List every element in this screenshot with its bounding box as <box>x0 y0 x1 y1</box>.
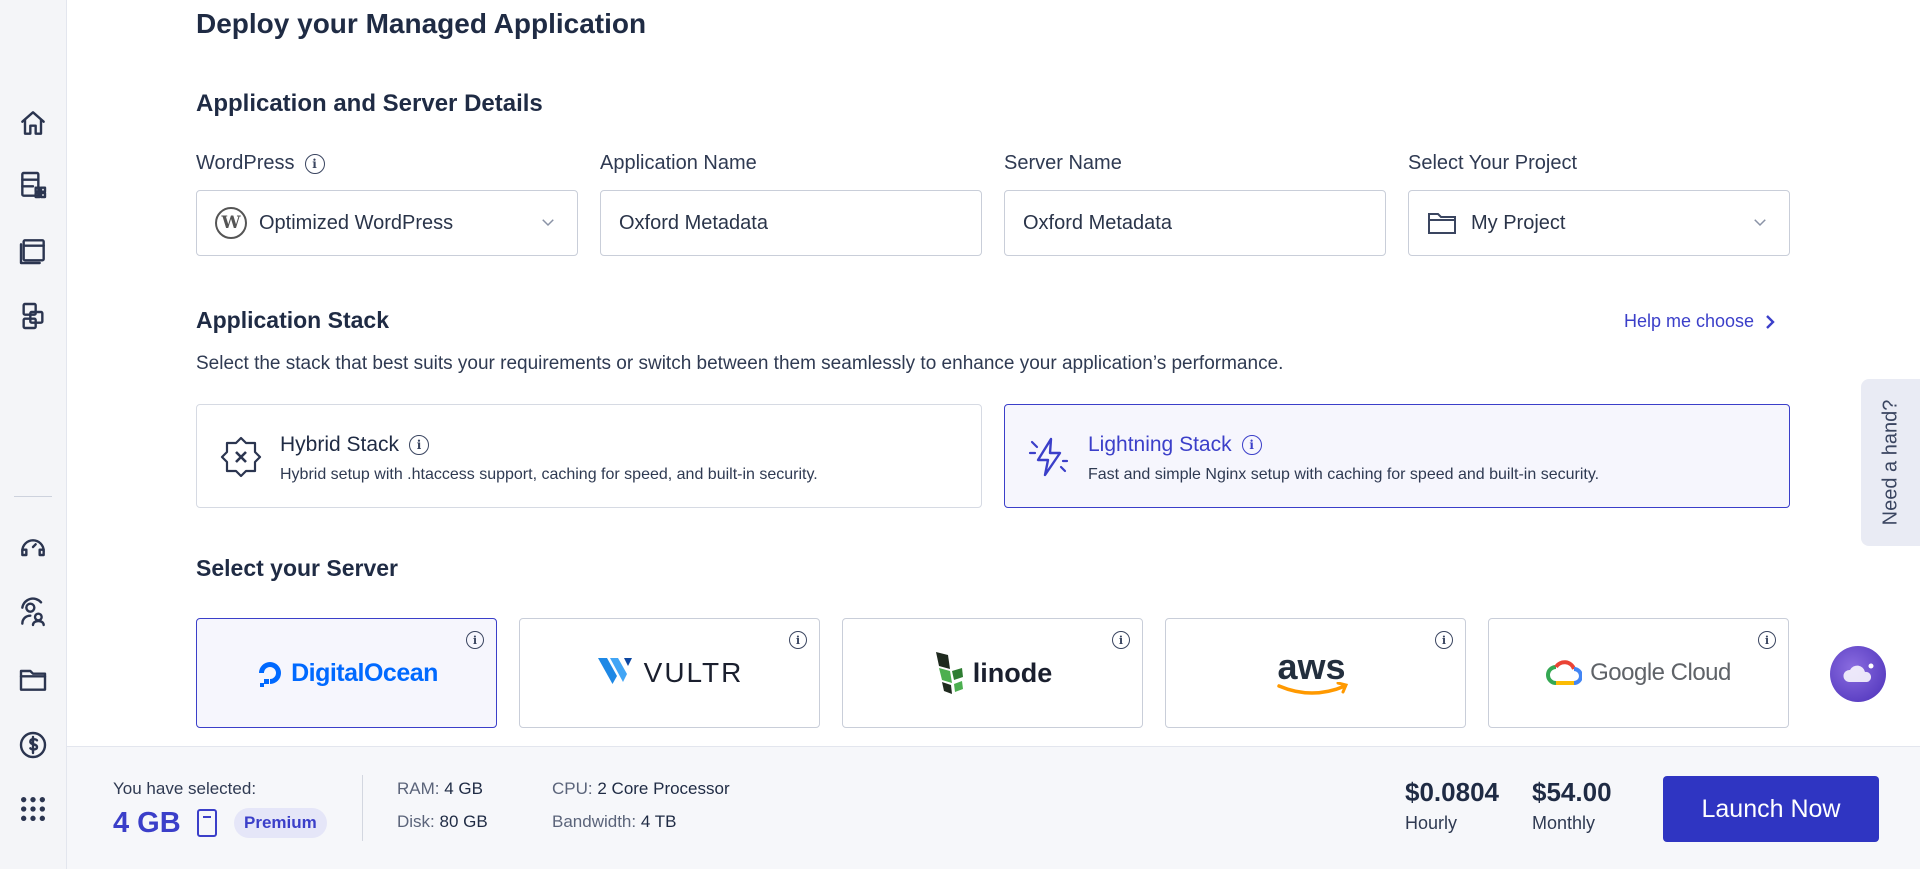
info-icon[interactable]: i <box>304 153 325 174</box>
vultr-name: VULTR <box>643 657 744 688</box>
chevron-down-icon <box>539 213 557 231</box>
monthly-price: $54.00 <box>1532 777 1612 807</box>
chat-bot-button[interactable] <box>1830 646 1886 702</box>
folder-icon <box>1428 213 1456 234</box>
server-google-cloud[interactable]: i Google Cloud <box>1488 618 1789 728</box>
vultr-logo-icon <box>597 658 632 684</box>
linode-logo-icon <box>935 652 963 694</box>
hybrid-stack-icon <box>220 436 262 478</box>
cloud-icon <box>1843 663 1874 682</box>
premium-badge: Premium <box>234 808 327 838</box>
chevron-right-icon <box>1766 314 1775 329</box>
lightning-icon <box>1028 437 1069 477</box>
server-name-label: Server Name <box>1004 152 1122 174</box>
stack-section-title: Application Stack <box>196 307 389 333</box>
main-content: Deploy your Managed Application Applicat… <box>67 0 1920 746</box>
page-title: Deploy your Managed Application <box>196 8 647 39</box>
hybrid-stack-desc: Hybrid setup with .htaccess support, cac… <box>280 466 818 483</box>
home-icon[interactable] <box>14 104 52 142</box>
sidebar <box>0 0 67 869</box>
info-icon[interactable]: i <box>1758 631 1776 649</box>
info-icon[interactable]: i <box>789 631 807 649</box>
wordpress-version-select[interactable]: W Optimized WordPress <box>196 190 578 256</box>
cpu-spec: CPU: 2 Core Processor <box>552 779 730 798</box>
info-icon[interactable]: i <box>1435 631 1453 649</box>
digitalocean-logo-icon <box>259 662 282 687</box>
server-aws[interactable]: i aws <box>1165 618 1466 728</box>
wordpress-logo-icon: W <box>215 207 247 239</box>
chevron-down-icon <box>1751 213 1769 231</box>
hourly-price: $0.0804 <box>1405 777 1499 807</box>
lightning-stack-card[interactable]: Lightning Stack i Fast and simple Nginx … <box>1004 404 1790 508</box>
server-linode[interactable]: i linode <box>842 618 1143 728</box>
order-summary-bar: You have selected: 4 GB Premium RAM: 4 G… <box>67 746 1920 869</box>
info-icon[interactable]: i <box>1241 435 1262 455</box>
google-cloud-logo-icon <box>1546 660 1583 685</box>
app-name-input[interactable]: Oxford Metadata <box>600 190 982 256</box>
apps-grid-icon[interactable] <box>14 790 52 828</box>
selected-label: You have selected: <box>113 779 257 798</box>
window-icon[interactable] <box>14 232 52 270</box>
servers-icon[interactable] <box>14 297 52 335</box>
hourly-label: Hourly <box>1405 813 1458 833</box>
sidebar-divider <box>14 496 52 497</box>
bandwidth-spec: Bandwidth: 4 TB <box>552 812 677 831</box>
monthly-label: Monthly <box>1532 813 1596 833</box>
google-cloud-name: Google Cloud <box>1590 659 1731 686</box>
server-vultr[interactable]: i VULTR <box>519 618 820 728</box>
info-icon[interactable]: i <box>466 631 484 649</box>
launch-now-button[interactable]: Launch Now <box>1663 776 1879 842</box>
digitalocean-name: DigitalOcean <box>291 658 438 687</box>
stack-description: Select the stack that best suits your re… <box>196 353 1284 374</box>
server-digitalocean[interactable]: i DigitalOcean <box>196 618 497 728</box>
need-a-hand-tab[interactable]: Need a hand? <box>1861 379 1920 546</box>
ram-spec: RAM: 4 GB <box>397 779 483 798</box>
billing-icon[interactable] <box>14 726 52 764</box>
help-me-choose-link[interactable]: Help me choose <box>1624 311 1776 332</box>
project-select[interactable]: My Project <box>1408 190 1790 256</box>
support-icon[interactable] <box>14 528 52 566</box>
team-icon[interactable] <box>14 594 52 632</box>
lightning-stack-desc: Fast and simple Nginx setup with caching… <box>1088 466 1600 483</box>
folder-icon[interactable] <box>14 660 52 698</box>
app-name-label: Application Name <box>600 152 757 174</box>
server-size-icon <box>197 809 217 837</box>
aws-smile-icon <box>1276 682 1348 695</box>
divider <box>362 775 363 841</box>
linode-name: linode <box>972 657 1053 688</box>
info-icon[interactable]: i <box>1112 631 1130 649</box>
applications-icon[interactable] <box>14 166 52 204</box>
project-label: Select Your Project <box>1408 152 1577 174</box>
disk-spec: Disk: 80 GB <box>397 812 488 831</box>
hybrid-stack-card[interactable]: Hybrid Stack i Hybrid setup with .htacce… <box>196 404 982 508</box>
lightning-stack-title: Lightning Stack <box>1088 433 1232 456</box>
hybrid-stack-title: Hybrid Stack <box>280 433 400 456</box>
server-name-input[interactable]: Oxford Metadata <box>1004 190 1386 256</box>
info-icon[interactable]: i <box>409 435 430 455</box>
details-section-title: Application and Server Details <box>196 90 543 117</box>
server-section-title: Select your Server <box>196 555 399 581</box>
wordpress-label: WordPress i <box>196 152 325 175</box>
selected-ram: 4 GB <box>113 807 181 839</box>
